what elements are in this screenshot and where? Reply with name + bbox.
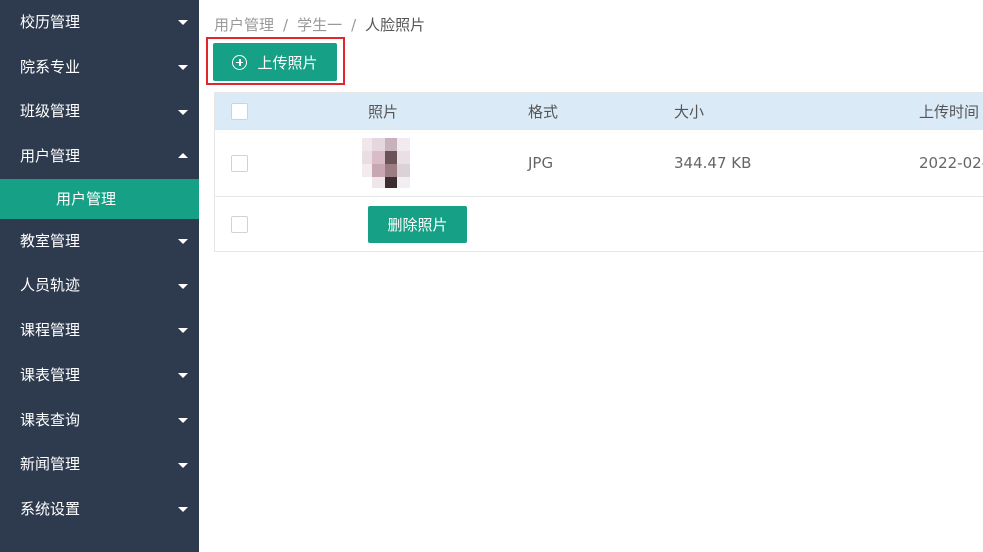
header-select-cell [231, 93, 248, 129]
header-size: 大小 [674, 102, 705, 121]
sidebar-item-label: 院系专业 [20, 57, 81, 76]
plus-circle-icon [232, 54, 248, 70]
table-actions-row: 删除照片 [215, 197, 983, 251]
main-content: 用户管理 / 学生一 / 人脸照片 上传照片 照片 格式 大小 上传时间 JPG… [199, 0, 983, 552]
header-photo: 照片 [368, 102, 399, 121]
select-all-checkbox[interactable] [231, 102, 248, 120]
chevron-down-icon [178, 20, 188, 26]
upload-time-cell: 2022-02- [919, 154, 983, 172]
sidebar-item-label: 新闻管理 [20, 455, 81, 474]
sidebar-item-calendar[interactable]: 校历管理 [0, 0, 199, 45]
sidebar-item-label: 用户管理 [20, 147, 81, 166]
chevron-down-icon [178, 65, 188, 71]
sidebar-subitem-users[interactable]: 用户管理 [0, 178, 199, 219]
actions-cell: 删除照片 [368, 197, 467, 251]
table-header: 照片 格式 大小 上传时间 [215, 93, 983, 130]
sidebar-item-timetable-query[interactable]: 课表查询 [0, 398, 199, 443]
upload-photo-button[interactable]: 上传照片 [213, 43, 337, 81]
sidebar-subitem-label: 用户管理 [56, 189, 117, 208]
chevron-down-icon [178, 239, 188, 245]
face-thumbnail[interactable] [362, 138, 410, 188]
row-checkbox[interactable] [231, 154, 248, 172]
breadcrumb-separator: / [283, 16, 289, 34]
chevron-down-icon [178, 109, 188, 115]
photo-table: 照片 格式 大小 上传时间 JPG 344.47 KB 2022-02- 删除照… [214, 92, 983, 252]
sidebar-item-timetable[interactable]: 课表管理 [0, 353, 199, 398]
chevron-down-icon [178, 283, 188, 289]
sidebar-item-tracks[interactable]: 人员轨迹 [0, 263, 199, 308]
row-checkbox[interactable] [231, 215, 248, 233]
sidebar-item-label: 校历管理 [20, 13, 81, 31]
row-select-cell [231, 130, 248, 196]
sidebar-item-label: 课表查询 [20, 410, 81, 429]
size-cell: 344.47 KB [674, 154, 752, 172]
sidebar-item-label: 班级管理 [20, 102, 81, 121]
sidebar-item-news[interactable]: 新闻管理 [0, 442, 199, 487]
header-upload-time: 上传时间 [919, 102, 980, 121]
sidebar-item-settings[interactable]: 系统设置 [0, 487, 199, 532]
chevron-down-icon [178, 417, 188, 423]
sidebar-item-departments[interactable]: 院系专业 [0, 45, 199, 90]
breadcrumb-item-users[interactable]: 用户管理 [214, 16, 274, 34]
chevron-down-icon [178, 328, 188, 334]
breadcrumb-separator: / [351, 16, 357, 34]
delete-photo-button[interactable]: 删除照片 [368, 205, 467, 243]
format-cell: JPG [528, 154, 554, 172]
breadcrumb-item-student[interactable]: 学生一 [297, 16, 342, 34]
upload-photo-label: 上传照片 [257, 53, 318, 72]
sidebar-item-users[interactable]: 用户管理 [0, 134, 199, 179]
header-format: 格式 [528, 102, 559, 121]
chevron-up-icon [178, 153, 188, 159]
sidebar-item-label: 人员轨迹 [20, 276, 81, 295]
sidebar-item-courses[interactable]: 课程管理 [0, 308, 199, 353]
actions-select-cell [231, 197, 248, 251]
sidebar-item-classes[interactable]: 班级管理 [0, 89, 199, 134]
photo-cell [362, 130, 410, 196]
sidebar-item-label: 课表管理 [20, 365, 81, 384]
breadcrumb: 用户管理 / 学生一 / 人脸照片 [214, 14, 425, 35]
sidebar: 校历管理 院系专业 班级管理 用户管理 用户管理 教室管理 人员轨迹 课程管理 … [0, 0, 199, 552]
chevron-down-icon [178, 462, 188, 468]
breadcrumb-item-face-photo: 人脸照片 [365, 16, 426, 34]
sidebar-item-classrooms[interactable]: 教室管理 [0, 219, 199, 264]
table-row: JPG 344.47 KB 2022-02- [215, 130, 983, 197]
chevron-down-icon [178, 373, 188, 379]
sidebar-item-label: 课程管理 [20, 321, 81, 340]
sidebar-item-label: 系统设置 [20, 499, 81, 518]
delete-photo-label: 删除照片 [387, 215, 448, 234]
chevron-down-icon [178, 507, 188, 513]
upload-highlight-frame: 上传照片 [206, 37, 345, 85]
sidebar-item-label: 教室管理 [20, 231, 81, 250]
